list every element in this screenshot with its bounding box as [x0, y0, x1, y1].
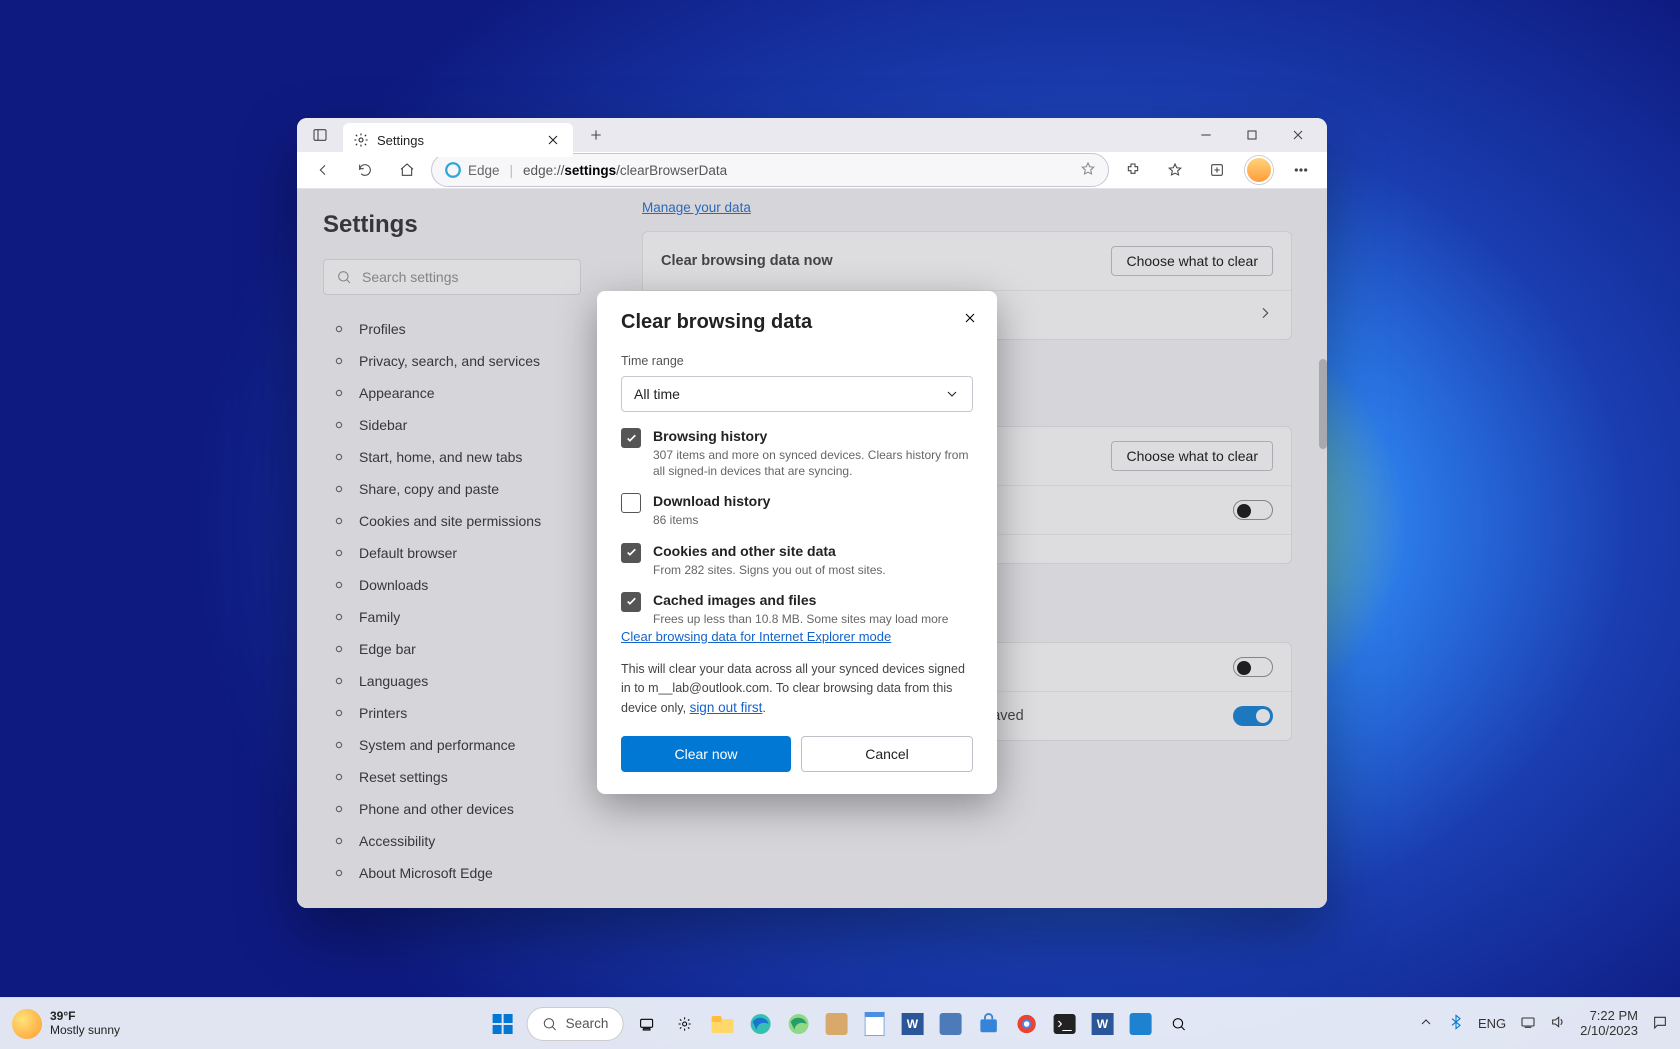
profile-avatar[interactable]: [1241, 152, 1277, 188]
cancel-button[interactable]: Cancel: [801, 736, 973, 772]
taskbar-app-word[interactable]: W: [897, 1009, 927, 1039]
more-menu-button[interactable]: [1283, 152, 1319, 188]
taskbar-app-terminal[interactable]: ›_: [1049, 1009, 1079, 1039]
taskbar-app-chrome[interactable]: [1011, 1009, 1041, 1039]
tray-chevron-icon[interactable]: [1418, 1014, 1434, 1033]
weather-icon: [12, 1009, 42, 1039]
start-button[interactable]: [487, 1008, 519, 1040]
maximize-button[interactable]: [1229, 118, 1275, 152]
taskbar-app-1[interactable]: [821, 1009, 851, 1039]
taskbar-app-2[interactable]: [935, 1009, 965, 1039]
new-tab-button[interactable]: [579, 118, 613, 152]
extensions-button[interactable]: [1115, 152, 1151, 188]
system-tray: ENG 7:22 PM 2/10/2023: [1418, 1009, 1668, 1039]
weather-widget[interactable]: 39°F Mostly sunny: [12, 1009, 120, 1039]
clear-option-2: Cookies and other site dataFrom 282 site…: [621, 543, 973, 578]
taskbar-clock[interactable]: 7:22 PM 2/10/2023: [1580, 1009, 1638, 1039]
time-range-select[interactable]: All time: [621, 376, 973, 412]
clear-browsing-data-dialog: Clear browsing data Time range All time …: [597, 291, 997, 794]
volume-icon[interactable]: [1550, 1014, 1566, 1033]
checkbox-2[interactable]: [621, 543, 641, 563]
favorite-star-icon[interactable]: [1080, 161, 1096, 180]
clear-options-list: Browsing history307 items and more on sy…: [621, 428, 973, 628]
tab-strip: Settings: [297, 118, 1327, 152]
back-button[interactable]: [305, 152, 341, 188]
bluetooth-icon[interactable]: [1448, 1014, 1464, 1033]
dialog-title: Clear browsing data: [621, 311, 973, 334]
address-bar[interactable]: Edge | edge://settings/clearBrowserData: [431, 153, 1109, 187]
network-icon[interactable]: [1520, 1014, 1536, 1033]
edge-browser-window: Settings Edge | edge://settings/clearBro…: [297, 118, 1327, 908]
taskbar-app-3[interactable]: [1125, 1009, 1155, 1039]
checkbox-1[interactable]: [621, 493, 641, 513]
checkbox-0[interactable]: [621, 428, 641, 448]
favorites-button[interactable]: [1157, 152, 1193, 188]
task-view-button[interactable]: [631, 1009, 661, 1039]
gear-icon: [353, 132, 369, 148]
refresh-button[interactable]: [347, 152, 383, 188]
settings-content: Settings Search settings ProfilesPrivacy…: [297, 189, 1327, 908]
clear-option-1: Download history86 items: [621, 493, 973, 528]
time-range-label: Time range: [621, 354, 684, 368]
notifications-icon[interactable]: [1652, 1014, 1668, 1033]
window-controls: [1183, 118, 1321, 152]
site-identity: Edge: [444, 161, 500, 179]
collections-button[interactable]: [1199, 152, 1235, 188]
clear-option-0: Browsing history307 items and more on sy…: [621, 428, 973, 479]
url-text: edge://settings/clearBrowserData: [523, 163, 727, 178]
taskbar-app-edge[interactable]: [745, 1009, 775, 1039]
minimize-button[interactable]: [1183, 118, 1229, 152]
dialog-note: This will clear your data across all you…: [621, 660, 973, 718]
taskbar-app-explorer[interactable]: [707, 1009, 737, 1039]
windows-taskbar: 39°F Mostly sunny Search W ›_ W ENG: [0, 997, 1680, 1049]
clear-option-3: Cached images and filesFrees up less tha…: [621, 592, 973, 627]
checkbox-3[interactable]: [621, 592, 641, 612]
tab-title: Settings: [377, 133, 424, 148]
language-indicator[interactable]: ENG: [1478, 1016, 1506, 1031]
browser-toolbar: Edge | edge://settings/clearBrowserData: [297, 152, 1327, 189]
taskbar-app-settings[interactable]: [669, 1009, 699, 1039]
taskbar-search-icon[interactable]: [1163, 1009, 1193, 1039]
tab-actions-button[interactable]: [303, 118, 337, 152]
clear-ie-mode-link[interactable]: Clear browsing data for Internet Explore…: [621, 629, 891, 644]
taskbar-app-edge-beta[interactable]: [783, 1009, 813, 1039]
tab-close-button[interactable]: [543, 130, 563, 150]
close-window-button[interactable]: [1275, 118, 1321, 152]
taskbar-app-notepad[interactable]: [859, 1009, 889, 1039]
taskbar-center: Search W ›_ W: [487, 1007, 1194, 1041]
search-icon: [542, 1016, 558, 1032]
home-button[interactable]: [389, 152, 425, 188]
tab-settings[interactable]: Settings: [343, 123, 573, 157]
taskbar-app-word2[interactable]: W: [1087, 1009, 1117, 1039]
sign-out-first-link[interactable]: sign out first: [690, 700, 763, 715]
taskbar-app-store[interactable]: [973, 1009, 1003, 1039]
dialog-close-button[interactable]: [957, 305, 983, 331]
clear-now-button[interactable]: Clear now: [621, 736, 791, 772]
chevron-down-icon: [944, 386, 960, 402]
taskbar-search[interactable]: Search: [527, 1007, 624, 1041]
